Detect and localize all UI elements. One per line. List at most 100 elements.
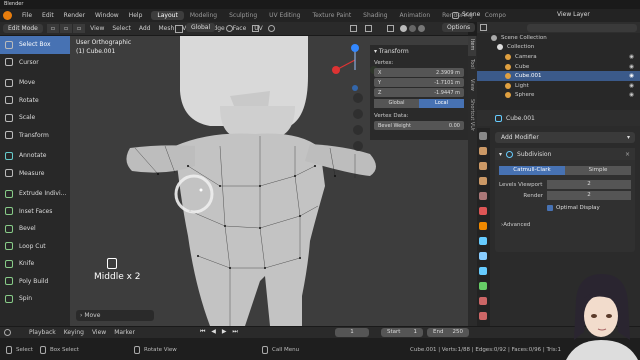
- outliner-scene-collection[interactable]: Scene Collection: [477, 33, 640, 43]
- vertex-select-mode-icon[interactable]: ▫: [46, 24, 60, 33]
- options-dropdown[interactable]: Options: [442, 23, 476, 32]
- last-operator-panel[interactable]: › Move: [76, 310, 154, 321]
- tool-transform[interactable]: Transform: [0, 127, 70, 145]
- tool-spin[interactable]: Spin: [0, 290, 70, 308]
- playback-controls[interactable]: ⏮ ◀ ▶ ⏭: [200, 328, 240, 336]
- visibility-eye-icon[interactable]: ◉: [629, 83, 634, 89]
- pivot-icon[interactable]: [226, 25, 233, 32]
- workspace-tab-sculpting[interactable]: Sculpting: [223, 11, 263, 20]
- workspace-tab-animation[interactable]: Animation: [394, 11, 437, 20]
- tool-extrude-individual[interactable]: Extrude Indivi...: [0, 185, 70, 203]
- perspective-toggle-icon[interactable]: [353, 141, 363, 151]
- menu-select[interactable]: Select: [108, 25, 135, 32]
- menu-marker[interactable]: Marker: [110, 329, 139, 336]
- outliner-item-cube[interactable]: Cube ◉: [477, 62, 640, 72]
- menu-edit[interactable]: Edit: [37, 12, 59, 19]
- shading-rendered-icon[interactable]: [418, 25, 425, 32]
- modifier-header[interactable]: ▾ Subdivision ×: [495, 148, 635, 160]
- local-toggle[interactable]: Local: [419, 99, 464, 108]
- zoom-icon[interactable]: [353, 93, 363, 103]
- tool-settings-icon[interactable]: [479, 132, 487, 140]
- current-frame-field[interactable]: 1: [335, 328, 369, 337]
- shading-solid-icon[interactable]: [400, 25, 407, 32]
- view-layer-icon[interactable]: [479, 177, 487, 185]
- output-properties-icon[interactable]: [479, 162, 487, 170]
- blender-logo-icon[interactable]: [3, 11, 12, 20]
- menu-window[interactable]: Window: [90, 12, 124, 19]
- workspace-tab-modeling[interactable]: Modeling: [184, 11, 223, 20]
- visibility-eye-icon[interactable]: ◉: [629, 54, 634, 60]
- physics-icon[interactable]: [479, 267, 487, 275]
- simple-toggle[interactable]: Simple: [565, 166, 631, 175]
- menu-view-timeline[interactable]: View: [88, 329, 110, 336]
- menu-render[interactable]: Render: [59, 12, 90, 19]
- workspace-tab-shading[interactable]: Shading: [357, 11, 393, 20]
- modifier-name-field[interactable]: Subdivision: [517, 151, 551, 158]
- timeline-editor-icon[interactable]: [4, 329, 11, 336]
- vertex-y-field[interactable]: Y -1.7101 m: [374, 78, 464, 87]
- particles-icon[interactable]: [479, 252, 487, 260]
- outliner-item-light[interactable]: Light ◉: [477, 81, 640, 91]
- orientation-dropdown[interactable]: Global: [186, 23, 216, 32]
- xray-icon[interactable]: [387, 25, 394, 32]
- display-mode-icon[interactable]: [480, 24, 487, 31]
- viewport-gizmo-toggle-icon[interactable]: [350, 25, 357, 32]
- visibility-eye-icon[interactable]: ◉: [629, 92, 634, 98]
- outliner-item-sphere[interactable]: Sphere ◉: [477, 91, 640, 101]
- vertex-z-field[interactable]: Z -1.9447 m: [374, 88, 464, 97]
- menu-file[interactable]: File: [17, 12, 37, 19]
- outliner-search-input[interactable]: [527, 23, 637, 32]
- advanced-subpanel[interactable]: › Advanced: [501, 220, 635, 229]
- object-properties-icon[interactable]: [479, 222, 487, 230]
- modifier-properties-icon[interactable]: [479, 237, 487, 245]
- tool-loop-cut[interactable]: Loop Cut: [0, 238, 70, 256]
- vertex-x-field[interactable]: X 2.3909 m: [374, 68, 464, 77]
- view-layer-selector[interactable]: View Layer: [557, 11, 590, 18]
- tool-measure[interactable]: Measure: [0, 165, 70, 183]
- proportional-edit-icon[interactable]: [268, 25, 275, 32]
- tool-move[interactable]: Move: [0, 74, 70, 92]
- overlays-icon[interactable]: [365, 25, 372, 32]
- tool-bevel[interactable]: Bevel: [0, 220, 70, 238]
- scene-selector[interactable]: Scene: [462, 11, 480, 18]
- scene-properties-icon[interactable]: [479, 192, 487, 200]
- world-properties-icon[interactable]: [479, 207, 487, 215]
- visibility-eye-icon[interactable]: ◉: [629, 64, 634, 70]
- levels-viewport-field[interactable]: 2: [547, 180, 631, 189]
- tool-annotate[interactable]: Annotate: [0, 147, 70, 165]
- tool-select-box[interactable]: Select Box: [0, 36, 70, 54]
- tool-inset-faces[interactable]: Inset Faces: [0, 203, 70, 221]
- object-data-icon[interactable]: [479, 282, 487, 290]
- menu-add[interactable]: Add: [135, 25, 155, 32]
- end-frame-field[interactable]: End 250: [427, 328, 469, 337]
- outliner-collection[interactable]: Collection: [477, 43, 640, 53]
- pan-hand-icon[interactable]: [353, 109, 363, 119]
- menu-view[interactable]: View: [86, 25, 108, 32]
- workspace-tab-texture-paint[interactable]: Texture Paint: [306, 11, 357, 20]
- optimal-display-row[interactable]: Optimal Display: [547, 203, 635, 212]
- tab-tool[interactable]: Tool: [468, 56, 476, 76]
- close-icon[interactable]: ×: [625, 151, 630, 158]
- material-icon[interactable]: [479, 297, 487, 305]
- camera-view-icon[interactable]: [353, 125, 363, 135]
- tool-rotate[interactable]: Rotate: [0, 92, 70, 110]
- tool-knife[interactable]: Knife: [0, 255, 70, 273]
- tab-shortcut-vur[interactable]: Shortcut VUr: [468, 96, 476, 140]
- workspace-tab-layout[interactable]: Layout: [151, 11, 184, 20]
- outliner-item-camera[interactable]: Camera ◉: [477, 52, 640, 62]
- tool-poly-build[interactable]: Poly Build: [0, 273, 70, 291]
- menu-playback[interactable]: Playback: [25, 329, 60, 336]
- render-properties-icon[interactable]: [479, 147, 487, 155]
- mode-dropdown[interactable]: Edit Mode: [3, 24, 43, 33]
- render-levels-field[interactable]: 2: [547, 191, 631, 200]
- optimal-display-checkbox[interactable]: [547, 204, 553, 211]
- global-toggle[interactable]: Global: [374, 99, 419, 108]
- face-select-mode-icon[interactable]: ▫: [73, 24, 87, 33]
- visibility-eye-icon[interactable]: ◉: [629, 73, 634, 79]
- catmull-clark-toggle[interactable]: Catmull-Clark: [499, 166, 565, 175]
- tab-item[interactable]: Item: [468, 36, 476, 56]
- workspace-tab-compositing[interactable]: Compo: [479, 11, 512, 20]
- menu-help[interactable]: Help: [124, 12, 148, 19]
- snap-icon[interactable]: [252, 25, 259, 32]
- outliner-item-cube-001[interactable]: Cube.001 ◉: [477, 71, 640, 81]
